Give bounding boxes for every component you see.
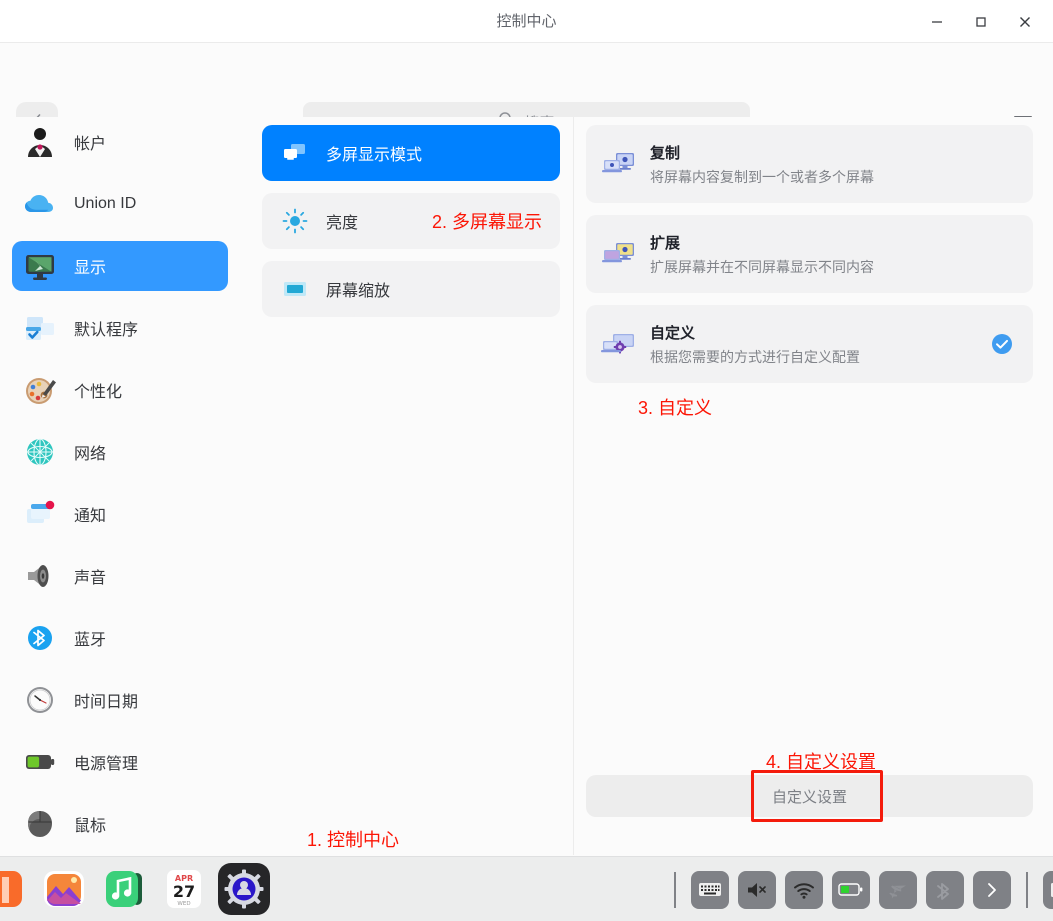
option-title: 扩展 [650, 234, 681, 252]
multi-screen-icon [282, 140, 308, 166]
sidebar-item-label: 鼠标 [74, 818, 107, 835]
sidebar[interactable]: 帐户 Union ID 显示 默认程序 个性化 网络 通知 声音 蓝牙 时间日期… [0, 117, 240, 855]
mouse-icon [22, 806, 58, 842]
expand-tray-icon[interactable] [973, 870, 1011, 909]
sidebar-item-display[interactable]: 显示 [12, 241, 228, 291]
option-texts: 自定义 根据您需要的方式进行自定义配置 [650, 322, 860, 367]
dock-apps: APR 27 WED [0, 863, 270, 915]
custom-settings-label: 自定义设置 [771, 788, 847, 806]
window-controls [915, 0, 1047, 43]
dock-app-control-center[interactable] [218, 863, 270, 915]
panel-divider [573, 117, 574, 855]
personalization-palette-icon [22, 372, 58, 408]
selected-check-icon [991, 333, 1013, 355]
sidebar-item-datetime[interactable]: 时间日期 [12, 675, 228, 725]
sidebar-item-label: Union ID [74, 195, 137, 212]
sidebar-item-label: 显示 [74, 260, 107, 277]
dock-app-photos[interactable] [38, 863, 90, 915]
annotation-2: 2. 多屏幕显示 [432, 212, 543, 232]
option-extend[interactable]: 扩展 扩展屏幕并在不同屏幕显示不同内容 [586, 215, 1033, 293]
sidebar-item-personalization[interactable]: 个性化 [12, 365, 228, 415]
user-account-icon [22, 124, 58, 160]
battery-icon[interactable] [832, 870, 870, 909]
middle-item-screen-scale[interactable]: 屏幕缩放 [262, 261, 560, 317]
sound-speaker-icon [22, 558, 58, 594]
wifi-icon[interactable] [785, 870, 823, 909]
sidebar-item-power[interactable]: 电源管理 [12, 737, 228, 787]
sidebar-item-union-id[interactable]: Union ID [12, 179, 228, 229]
toolbar: 搜索 [0, 43, 1053, 144]
option-description: 根据您需要的方式进行自定义配置 [650, 348, 860, 365]
volume-muted-icon[interactable] [738, 870, 776, 909]
sidebar-item-label: 蓝牙 [74, 632, 107, 649]
tray-divider [674, 871, 676, 908]
airplane-mode-icon[interactable] [879, 870, 917, 909]
sidebar-item-label: 默认程序 [74, 322, 139, 339]
sidebar-item-label: 时间日期 [74, 694, 139, 711]
sidebar-item-label: 电源管理 [74, 756, 139, 773]
middle-item-label: 多屏显示模式 [326, 147, 423, 164]
minimize-button[interactable] [915, 7, 959, 37]
sidebar-item-bluetooth[interactable]: 蓝牙 [12, 613, 228, 663]
maximize-button[interactable] [959, 7, 1003, 37]
option-description: 扩展屏幕并在不同屏幕显示不同内容 [650, 258, 874, 275]
system-tray [668, 857, 1053, 921]
window-title: 控制中心 [496, 13, 557, 30]
screen-scale-icon [282, 276, 308, 302]
svg-text:27: 27 [173, 882, 195, 901]
option-custom[interactable]: 自定义 根据您需要的方式进行自定义配置 [586, 305, 1033, 383]
extend-screens-icon [600, 238, 640, 270]
sidebar-item-default-apps[interactable]: 默认程序 [12, 303, 228, 353]
cloud-union-id-icon [22, 186, 58, 222]
display-monitor-icon [22, 248, 58, 284]
dock-app-music[interactable] [98, 863, 150, 915]
sidebar-item-mouse[interactable]: 鼠标 [12, 799, 228, 849]
annotation-3: 3. 自定义 [638, 398, 713, 418]
tray-divider-right [1026, 871, 1028, 908]
middle-item-label: 亮度 [326, 215, 359, 232]
sidebar-item-label: 通知 [74, 508, 107, 525]
tray-overflow-icon[interactable] [1043, 870, 1053, 909]
notification-window-icon [22, 496, 58, 532]
option-texts: 复制 将屏幕内容复制到一个或者多个屏幕 [650, 142, 874, 187]
close-button[interactable] [1003, 7, 1047, 37]
sidebar-item-account[interactable]: 帐户 [12, 117, 228, 167]
keyboard-layout-icon[interactable] [691, 870, 729, 909]
duplicate-screens-icon [600, 148, 640, 180]
dock-app-store[interactable] [0, 863, 30, 915]
clock-datetime-icon [22, 682, 58, 718]
title-bar: 控制中心 [0, 0, 1053, 43]
option-texts: 扩展 扩展屏幕并在不同屏幕显示不同内容 [650, 232, 874, 277]
middle-item-label: 屏幕缩放 [326, 283, 391, 300]
sidebar-item-label: 帐户 [74, 136, 107, 153]
option-duplicate[interactable]: 复制 将屏幕内容复制到一个或者多个屏幕 [586, 125, 1033, 203]
sidebar-item-label: 网络 [74, 446, 107, 463]
sidebar-item-sound[interactable]: 声音 [12, 551, 228, 601]
sidebar-item-notifications[interactable]: 通知 [12, 489, 228, 539]
annotation-1: 1. 控制中心 [307, 830, 400, 850]
sidebar-item-network[interactable]: 网络 [12, 427, 228, 477]
network-globe-icon [22, 434, 58, 470]
control-center-window: 控制中心 搜索 [0, 0, 1053, 921]
battery-power-icon [22, 744, 58, 780]
taskbar: APR 27 WED [0, 856, 1053, 921]
bluetooth-icon[interactable] [926, 870, 964, 909]
custom-settings-button[interactable]: 自定义设置 [586, 775, 1033, 817]
middle-item-multiscreen[interactable]: 多屏显示模式 [262, 125, 560, 181]
svg-text:WED: WED [177, 901, 190, 907]
sidebar-item-label: 声音 [74, 570, 107, 587]
option-title: 自定义 [650, 324, 696, 342]
option-title: 复制 [650, 144, 681, 162]
default-apps-icon [22, 310, 58, 346]
dock-app-calendar[interactable]: APR 27 WED [158, 863, 210, 915]
right-panel: 复制 将屏幕内容复制到一个或者多个屏幕 扩展 扩展屏幕并在不同屏幕显示不同内容 … [586, 125, 1033, 847]
custom-screens-icon [600, 328, 640, 360]
bluetooth-icon [22, 620, 58, 656]
annotation-4: 4. 自定义设置 [766, 752, 877, 772]
sidebar-item-label: 个性化 [74, 384, 123, 401]
brightness-sun-icon [282, 208, 308, 234]
option-description: 将屏幕内容复制到一个或者多个屏幕 [650, 168, 874, 185]
